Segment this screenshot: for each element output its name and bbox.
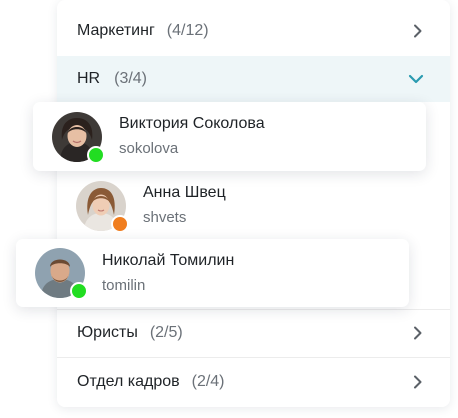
group-count: (2/5) bbox=[149, 324, 183, 341]
contact-item-tomilin[interactable]: Николай Томилин tomilin bbox=[16, 239, 409, 307]
contact-item-shvets[interactable]: Анна Швец shvets bbox=[57, 171, 450, 240]
contact-login: sokolova bbox=[119, 140, 179, 157]
status-indicator-online bbox=[70, 282, 88, 300]
contact-name: Анна Швец bbox=[143, 184, 226, 201]
avatar bbox=[52, 111, 105, 164]
group-name: HR bbox=[77, 70, 101, 87]
group-name: Отдел кадров bbox=[77, 373, 180, 390]
group-count: (2/4) bbox=[191, 373, 225, 390]
chevron-right-icon bbox=[412, 24, 424, 38]
status-indicator-away bbox=[111, 214, 129, 233]
contact-info: Виктория Соколова sokolova bbox=[119, 114, 265, 159]
group-row-hr[interactable]: HR (3/4) bbox=[57, 56, 450, 102]
group-name: Юристы bbox=[77, 324, 138, 341]
contact-name: Виктория Соколова bbox=[119, 115, 265, 132]
group-count: (3/4) bbox=[114, 70, 148, 87]
chevron-down-icon bbox=[408, 73, 424, 85]
contact-name: Николай Томилин bbox=[102, 251, 235, 269]
contact-info: Николай Томилин tomilin bbox=[102, 251, 234, 296]
group-name: Маркетинг bbox=[77, 22, 155, 39]
avatar bbox=[76, 180, 129, 233]
contact-info: Анна Швец shvets bbox=[143, 183, 226, 228]
status-indicator-online bbox=[87, 145, 105, 164]
group-count: (4/12) bbox=[166, 22, 209, 39]
group-row-lawyers[interactable]: Юристы (2/5) bbox=[57, 310, 450, 356]
avatar bbox=[35, 248, 88, 300]
chevron-right-icon bbox=[412, 326, 424, 340]
contact-item-sokolova[interactable]: Виктория Соколова sokolova bbox=[33, 102, 426, 171]
contact-login: tomilin bbox=[102, 276, 146, 294]
group-row-marketing[interactable]: Маркетинг (4/12) bbox=[57, 6, 450, 56]
chevron-right-icon bbox=[412, 375, 424, 389]
group-row-hr-department[interactable]: Отдел кадров (2/4) bbox=[57, 358, 450, 406]
contact-login: shvets bbox=[143, 209, 187, 226]
